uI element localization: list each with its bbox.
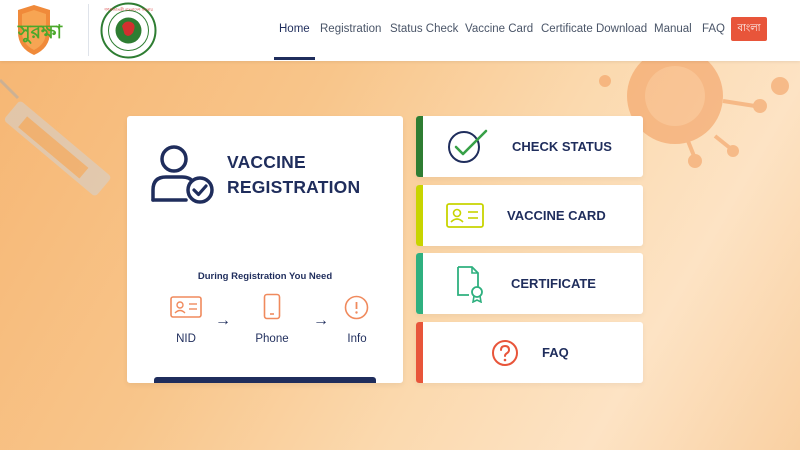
government-seal-logo: গণপ্রজাতন্ত্রী বাংলাদেশ সরকার	[100, 2, 157, 59]
faq-card[interactable]: FAQ	[416, 322, 643, 383]
nav-certificate-download[interactable]: Certificate Download	[541, 23, 647, 35]
check-circle-icon	[448, 129, 488, 163]
title-line-2: REGISTRATION	[227, 177, 361, 197]
arrow-icon: →	[313, 312, 329, 329]
language-toggle-button[interactable]: বাংলা	[731, 17, 767, 41]
title-line-1: VACCINE	[227, 152, 306, 172]
svg-text:গণপ্রজাতন্ত্রী বাংলাদেশ সরকার: গণপ্রজাতন্ত্রী বাংলাদেশ সরকার	[104, 7, 153, 12]
accent-bar	[416, 322, 423, 383]
vaccine-card-label: VACCINE CARD	[507, 208, 606, 223]
user-check-icon	[151, 145, 214, 204]
check-status-label: CHECK STATUS	[512, 139, 612, 154]
requirement-info-label: Info	[347, 333, 367, 345]
vaccine-card-card[interactable]: VACCINE CARD	[416, 185, 643, 246]
certificate-card[interactable]: CERTIFICATE	[416, 253, 643, 314]
certificate-label: CERTIFICATE	[511, 276, 596, 291]
question-icon	[492, 340, 518, 366]
syringe-illustration	[0, 78, 111, 196]
faq-label: FAQ	[542, 345, 569, 360]
registration-title: VACCINE REGISTRATION	[227, 150, 397, 200]
nav-active-indicator	[274, 57, 315, 60]
info-icon	[344, 295, 369, 320]
accent-bar	[416, 253, 423, 314]
suraksha-logo[interactable]: সুরক্ষা	[4, 2, 76, 58]
requirement-nid-label: NID	[176, 333, 196, 345]
accent-bar	[416, 185, 423, 246]
nav-status-check[interactable]: Status Check	[390, 23, 458, 35]
nav-vaccine-card[interactable]: Vaccine Card	[465, 23, 533, 35]
certificate-icon	[457, 266, 483, 303]
accent-bar	[416, 116, 423, 177]
check-status-card[interactable]: CHECK STATUS	[416, 116, 643, 177]
nav-manual[interactable]: Manual	[654, 23, 692, 35]
header: সুরক্ষা গণপ্রজাতন্ত্রী বাংলাদেশ সরকার Ho…	[0, 0, 800, 61]
nav-home[interactable]: Home	[279, 23, 310, 35]
nav-registration[interactable]: Registration	[320, 23, 381, 35]
svg-text:সুরক্ষা: সুরক্ষা	[17, 21, 63, 44]
arrow-icon: →	[215, 312, 231, 329]
requirements-heading: During Registration You Need	[197, 271, 333, 282]
id-card-icon	[170, 296, 202, 318]
id-card-icon	[446, 203, 484, 228]
register-button[interactable]	[154, 377, 376, 383]
vaccine-registration-card[interactable]: VACCINE REGISTRATION During Registration…	[127, 116, 403, 383]
requirement-phone-label: Phone	[255, 333, 289, 345]
nav-faq[interactable]: FAQ	[702, 23, 725, 35]
logo-divider	[88, 4, 89, 56]
phone-icon	[263, 293, 281, 320]
